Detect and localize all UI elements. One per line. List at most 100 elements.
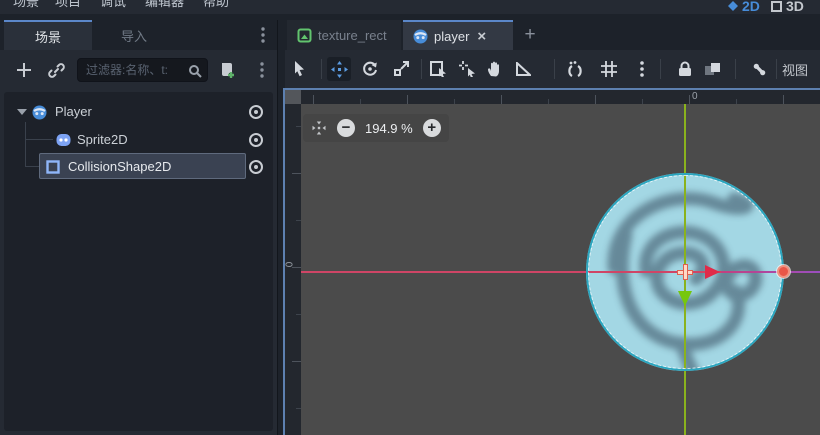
select-arrow-icon (292, 61, 307, 77)
zoom-in-button[interactable]: + (423, 119, 441, 137)
tree-row-collisionshape2d[interactable]: CollisionShape2D (4, 155, 273, 179)
zoom-level-label[interactable]: 194.9 % (365, 121, 413, 136)
dock-tab-bar: 场景 导入 (0, 20, 277, 50)
rotate-icon (362, 61, 378, 77)
add-node-button[interactable] (12, 58, 36, 82)
magnet-icon (567, 61, 583, 77)
close-tab-icon[interactable]: × (477, 28, 486, 45)
scene-dock: 场景 导入 (0, 20, 277, 435)
scale-icon (393, 61, 409, 77)
horizontal-ruler: 0 (301, 90, 820, 104)
zoom-widget: − 194.9 % + (303, 114, 449, 142)
dock-menu-button[interactable] (251, 23, 275, 47)
lock-icon (678, 61, 692, 77)
sprite2d-icon (56, 133, 71, 147)
menu-editor[interactable]: 编辑器 (145, 0, 184, 10)
menu-help[interactable]: 帮助 (203, 0, 229, 10)
2d-icon (728, 1, 738, 11)
toolbar-separator (554, 59, 555, 79)
hand-icon (487, 61, 502, 77)
scene-tab-player[interactable]: player × (403, 20, 513, 50)
skeleton-options-button[interactable] (747, 57, 771, 81)
ruler-zero-label: 0 (284, 262, 295, 268)
ruler-zero-label: 0 (692, 91, 698, 102)
menu-debug[interactable]: 调试 (100, 0, 126, 10)
collapse-chevron-icon[interactable] (17, 109, 27, 115)
node-label-sprite2d: Sprite2D (77, 132, 128, 147)
toolbar-separator (321, 59, 322, 79)
move-tool-button[interactable] (327, 57, 351, 81)
view-menu-button[interactable]: 视图 (782, 57, 808, 81)
bone-icon (751, 61, 768, 78)
visibility-toggle[interactable] (248, 104, 264, 120)
grid-snap-button[interactable] (597, 57, 621, 81)
tree-row-sprite2d[interactable]: Sprite2D (4, 128, 273, 152)
scene-tree-menu-button[interactable] (250, 58, 274, 82)
visibility-toggle[interactable] (248, 159, 264, 175)
rotate-tool-button[interactable] (358, 57, 382, 81)
script-plus-icon (218, 62, 235, 79)
menu-project[interactable]: 项目 (55, 0, 81, 10)
eye-icon (248, 104, 264, 120)
scene-dock-body: Player Sprite2D (0, 50, 277, 435)
list-select-button[interactable] (426, 57, 450, 81)
x-axis-arrow[interactable] (705, 265, 720, 279)
3d-icon (771, 1, 782, 12)
attach-script-button[interactable] (214, 58, 238, 82)
list-select-icon (430, 61, 447, 77)
tab-import[interactable]: 导入 (92, 20, 176, 50)
canvas-2d[interactable]: − 194.9 % + (301, 104, 820, 435)
zoom-out-button[interactable]: − (337, 119, 355, 137)
ruler-tool-button[interactable] (511, 57, 535, 81)
scene-tab-bar: texture_rect player × + (285, 20, 820, 50)
kebab-menu-icon (261, 27, 265, 43)
tree-row-player[interactable]: Player (4, 100, 273, 124)
canvas-toolbar: 视图 (285, 50, 820, 88)
kebab-menu-icon (260, 62, 264, 78)
dock-divider[interactable] (277, 20, 278, 435)
viewport-2d: 0 0 (285, 88, 820, 435)
scale-tool-button[interactable] (389, 57, 413, 81)
ruler-icon (515, 62, 531, 77)
instance-scene-button[interactable] (44, 58, 68, 82)
position-gizmo-center[interactable] (678, 265, 692, 279)
workspace-3d-button[interactable]: 3D (771, 0, 804, 14)
select-tool-button[interactable] (287, 57, 311, 81)
workspace-2d-button[interactable]: 2D (728, 0, 760, 14)
menu-scene[interactable]: 场景 (13, 0, 39, 10)
plus-icon (16, 62, 32, 78)
scene-tab-label: texture_rect (318, 28, 387, 43)
godot-node-icon (32, 105, 47, 120)
toolbar-separator (776, 59, 777, 79)
visibility-toggle[interactable] (248, 132, 264, 148)
smart-snap-button[interactable] (563, 57, 587, 81)
vertical-ruler: 0 (285, 104, 301, 435)
group-node-button[interactable] (700, 57, 724, 81)
group-icon (704, 62, 721, 77)
filter-search-icon (183, 59, 207, 83)
scene-tree: Player Sprite2D (4, 92, 273, 431)
ruler-corner (285, 90, 301, 104)
texture-rect-icon (297, 28, 312, 43)
node-label-player: Player (55, 104, 92, 119)
pan-tool-button[interactable] (482, 57, 506, 81)
toolbar-separator (421, 59, 422, 79)
tab-scene[interactable]: 场景 (4, 20, 92, 50)
move-icon (331, 61, 348, 78)
lock-node-button[interactable] (673, 57, 697, 81)
node-label-collisionshape2d: CollisionShape2D (68, 159, 171, 174)
toolbar-separator (660, 59, 661, 79)
eye-icon (248, 159, 264, 175)
godot-scene-icon (413, 29, 428, 44)
new-scene-tab-button[interactable]: + (517, 22, 543, 48)
move-pivot-button[interactable] (455, 57, 479, 81)
y-axis-arrow[interactable] (678, 291, 692, 306)
eye-icon (248, 132, 264, 148)
snap-options-button[interactable] (630, 57, 654, 81)
kebab-menu-icon (640, 61, 644, 77)
workspace-3d-label: 3D (786, 0, 804, 14)
toolbar-separator (735, 59, 736, 79)
scene-tab-label: player (434, 29, 469, 44)
radius-handle-dot[interactable] (777, 265, 790, 278)
scene-tab-texture-rect[interactable]: texture_rect (287, 20, 401, 50)
